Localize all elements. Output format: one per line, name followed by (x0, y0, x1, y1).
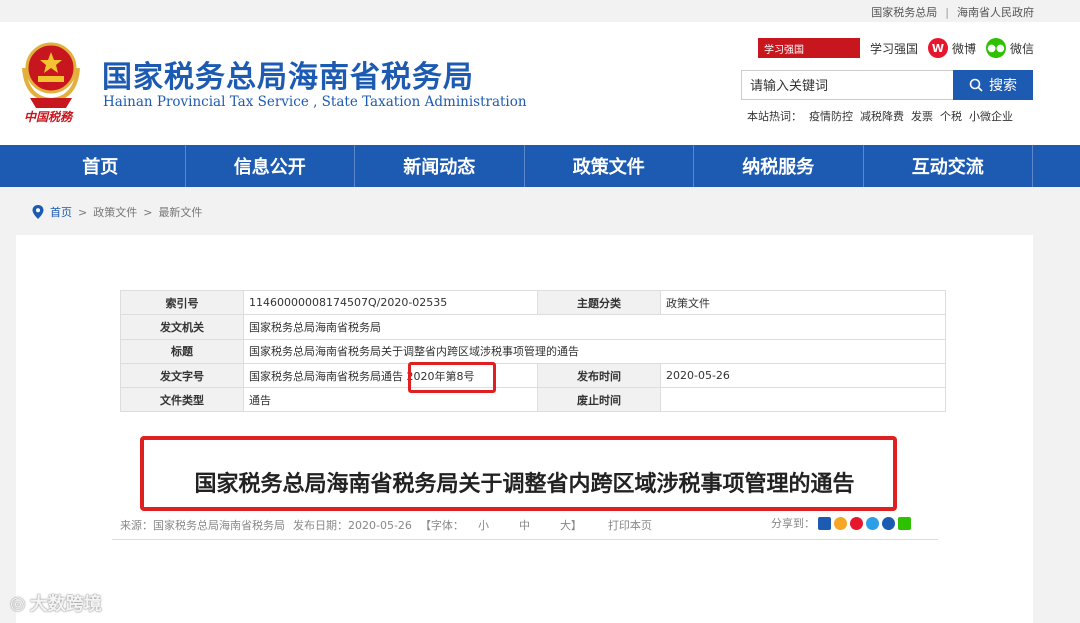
link-hainan-gov[interactable]: 海南省人民政府 (957, 4, 1034, 20)
font-small-button[interactable]: 小 (478, 517, 489, 533)
index-no-value: 11460000008174507Q/2020-02535 (243, 289, 538, 316)
watermark-text: 大数跨境 (29, 594, 102, 615)
search-button-label: 搜索 (989, 77, 1017, 93)
wechat-icon: ●● (985, 38, 1006, 58)
search-button[interactable]: 搜索 (953, 70, 1033, 100)
top-links: 国家税务总局 | 海南省人民政府 (871, 4, 1034, 20)
nav-item-home[interactable]: 首页 (16, 145, 186, 187)
main-nav: 首页 信息公开 新闻动态 政策文件 纳税服务 互动交流 (0, 145, 1080, 187)
index-no-label: 索引号 (120, 289, 244, 316)
pub-date-value: 2020-05-26 (660, 362, 946, 389)
search-box: 搜索 (741, 70, 1033, 100)
nav-item-tax-service[interactable]: 纳税服务 (694, 145, 864, 187)
wechat-link[interactable]: ●● 微信 (985, 38, 1034, 58)
share-wechat-icon[interactable] (898, 516, 911, 530)
breadcrumb-separator: > (143, 205, 153, 219)
table-row: 标题 国家税务总局海南省税务局关于调整省内跨区域涉税事项管理的通告 (120, 338, 946, 364)
search-icon (969, 78, 983, 92)
share-bar: 分享到： (771, 515, 911, 531)
font-medium-button[interactable]: 中 (519, 517, 530, 533)
share-plus-icon[interactable] (818, 516, 831, 530)
weibo-icon: W (927, 38, 948, 58)
breadcrumb-home[interactable]: 首页 (50, 204, 72, 220)
table-row: 发文字号 国家税务总局海南省税务局通告 2020年第8号 发布时间 2020-0… (120, 362, 946, 389)
doc-date: 发布日期：2020-05-26 (293, 519, 412, 532)
doc-no-label: 发文字号 (120, 362, 244, 389)
share-p-icon[interactable] (866, 516, 879, 530)
doc-source: 来源：国家税务总局海南省税务局 (120, 519, 285, 532)
hot-words-label: 本站热词： (747, 110, 802, 123)
abolish-date-label: 废止时间 (537, 387, 661, 413)
abolish-date-value (660, 387, 946, 413)
table-row: 发文机关 国家税务总局海南省税务局 (120, 314, 946, 340)
search-input[interactable] (741, 70, 953, 100)
nav-item-policy[interactable]: 政策文件 (525, 145, 694, 187)
document-info: 来源：国家税务总局海南省税务局 发布日期：2020-05-26 【字体： 小 中… (120, 517, 652, 533)
highlight-box-doc-number (408, 362, 496, 393)
pub-date-label: 发布时间 (537, 362, 661, 389)
hot-word[interactable]: 小微企业 (969, 108, 1013, 124)
print-button[interactable]: 打印本页 (608, 517, 652, 533)
hot-word[interactable]: 减税降费 (860, 108, 904, 124)
hot-word[interactable]: 个税 (940, 108, 962, 124)
breadcrumb: 首页 > 政策文件 > 最新文件 (32, 204, 202, 220)
breadcrumb-latest[interactable]: 最新文件 (158, 204, 202, 220)
xuexi-link[interactable]: 学习强国 (870, 40, 918, 57)
watermark: ◎ 大数跨境 (10, 590, 102, 616)
location-pin-icon (32, 205, 44, 219)
document-meta-table: 索引号 11460000008174507Q/2020-02535 主题分类 政… (120, 289, 946, 413)
divider: | (945, 5, 949, 19)
nav-item-interaction[interactable]: 互动交流 (864, 145, 1033, 187)
share-weibo-icon[interactable] (850, 516, 863, 530)
share-person-icon[interactable] (882, 516, 895, 530)
issuer-label: 发文机关 (120, 314, 244, 340)
font-large-button[interactable]: 大】 (560, 517, 582, 533)
breadcrumb-separator: > (78, 205, 88, 219)
title-label: 标题 (120, 338, 244, 364)
top-bar: 国家税务总局 | 海南省人民政府 (0, 0, 1080, 22)
hot-words: 本站热词： 疫情防控 减税降费 发票 个税 小微企业 (747, 108, 1013, 124)
document-title: 国家税务总局海南省税务局关于调整省内跨区域涉税事项管理的通告 (194, 472, 855, 497)
header: 中国税務 国家税务总局海南省税务局 Hainan Provincial Tax … (0, 22, 1080, 145)
social-links: 学习强国 学习强国 W 微博 ●● 微信 (757, 38, 1034, 58)
breadcrumb-policy[interactable]: 政策文件 (93, 204, 137, 220)
xuexi-logo-icon[interactable]: 学习强国 (757, 38, 860, 58)
nav-item-news[interactable]: 新闻动态 (355, 145, 525, 187)
content-divider (112, 539, 938, 540)
font-size-label: 【字体： (419, 519, 464, 532)
site-title[interactable]: 国家税务总局海南省税务局 (102, 52, 474, 96)
nav-item-info-disclosure[interactable]: 信息公开 (186, 145, 355, 187)
table-row: 索引号 11460000008174507Q/2020-02535 主题分类 政… (120, 289, 946, 316)
xuexi-logo-text: 学习强国 (763, 44, 804, 56)
issuer-value: 国家税务总局海南省税务局 (243, 314, 946, 340)
hot-word[interactable]: 疫情防控 (809, 108, 853, 124)
emblem-caption: 中国税務 (24, 110, 73, 124)
table-row: 文件类型 通告 废止时间 (120, 387, 946, 413)
share-label: 分享到： (771, 517, 815, 530)
doc-type-label: 文件类型 (120, 387, 244, 413)
wechat-label: 微信 (1009, 41, 1034, 56)
link-sat[interactable]: 国家税务总局 (871, 4, 937, 20)
topic-label: 主题分类 (537, 289, 661, 316)
content-panel: 索引号 11460000008174507Q/2020-02535 主题分类 政… (16, 235, 1033, 623)
share-star-icon[interactable] (834, 516, 847, 530)
weibo-link[interactable]: W 微博 (927, 38, 976, 58)
topic-value: 政策文件 (660, 289, 946, 316)
hot-word[interactable]: 发票 (911, 108, 933, 124)
watermark-logo-icon: ◎ (10, 592, 26, 614)
title-value: 国家税务总局海南省税务局关于调整省内跨区域涉税事项管理的通告 (243, 338, 946, 364)
site-subtitle: Hainan Provincial Tax Service , State Ta… (103, 94, 527, 110)
weibo-label: 微博 (951, 41, 976, 56)
